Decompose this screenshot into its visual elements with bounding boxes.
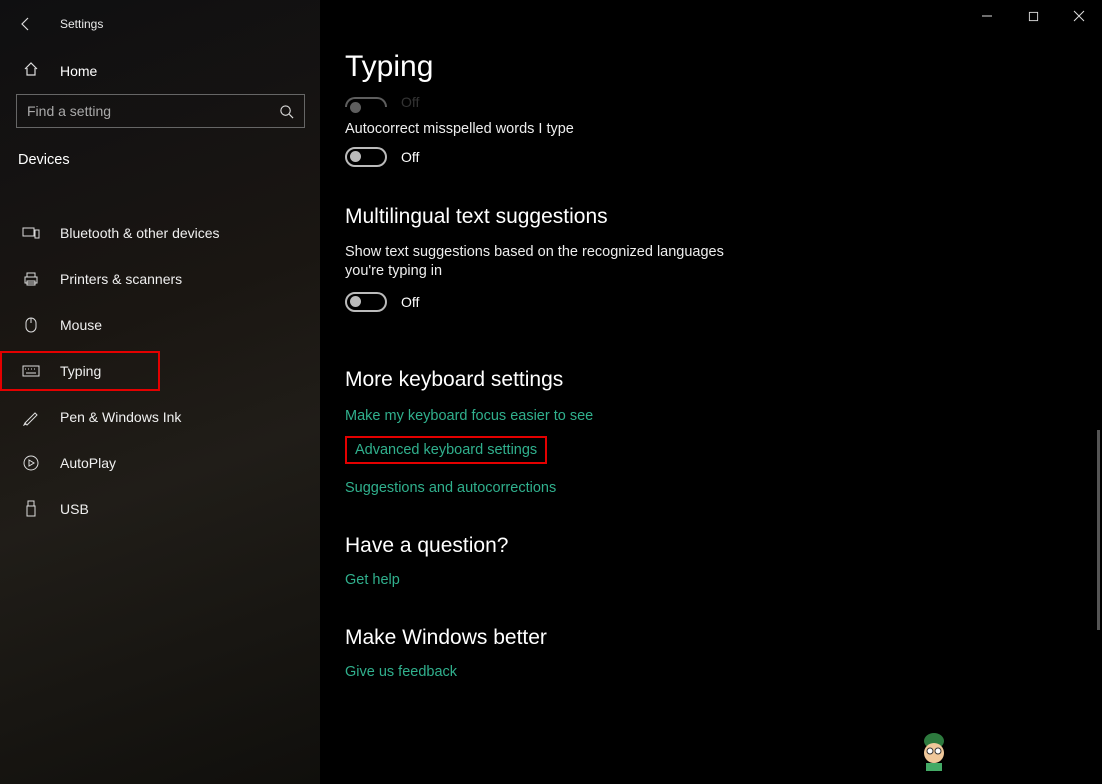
sidebar-item-pen[interactable]: Pen & Windows Ink: [0, 394, 320, 440]
toggle-multilingual: Off: [345, 292, 1080, 312]
sidebar-item-label: USB: [60, 501, 89, 517]
category-header: Devices: [0, 144, 320, 182]
toggle-autocorrect: Off: [345, 147, 1080, 167]
sidebar-item-bluetooth[interactable]: Bluetooth & other devices: [0, 210, 320, 256]
maximize-button[interactable]: [1010, 0, 1056, 32]
sidebar-item-usb[interactable]: USB: [0, 486, 320, 532]
sidebar-item-label: Typing: [60, 363, 101, 379]
minimize-button[interactable]: [964, 0, 1010, 32]
sidebar-item-label: AutoPlay: [60, 455, 116, 471]
sidebar: Settings Home Devices Bluetooth & other …: [0, 0, 320, 784]
search-input[interactable]: [27, 103, 267, 119]
maximize-icon: [1028, 11, 1039, 22]
toggle-switch[interactable]: [345, 147, 387, 167]
titlebar-left: Settings: [0, 8, 320, 40]
link-advanced-keyboard[interactable]: Advanced keyboard settings: [345, 436, 547, 464]
minimize-icon: [981, 10, 993, 22]
toggle-switch[interactable]: [345, 292, 387, 312]
search-box[interactable]: [16, 94, 305, 128]
sidebar-item-mouse[interactable]: Mouse: [0, 302, 320, 348]
toggle-switch[interactable]: [345, 97, 387, 107]
app-title: Settings: [60, 17, 103, 31]
sidebar-item-label: Pen & Windows Ink: [60, 409, 181, 425]
back-button[interactable]: [16, 14, 36, 34]
partial-toggle-row: Off: [345, 94, 1080, 110]
toggle-state: Off: [401, 149, 419, 165]
link-feedback[interactable]: Give us feedback: [345, 664, 1080, 680]
search-icon: [279, 104, 294, 119]
section-question-title: Have a question?: [345, 534, 1080, 558]
section-multilingual-title: Multilingual text suggestions: [345, 205, 1080, 229]
mouse-icon: [22, 316, 40, 334]
avatar: [916, 729, 952, 771]
link-get-help[interactable]: Get help: [345, 572, 1080, 588]
setting-autocorrect-label: Autocorrect misspelled words I type: [345, 120, 1080, 139]
keyboard-icon: [22, 362, 40, 380]
section-more-title: More keyboard settings: [345, 368, 1080, 392]
pen-icon: [22, 408, 40, 426]
autoplay-icon: [22, 454, 40, 472]
scrollbar[interactable]: [1097, 430, 1100, 630]
home-label: Home: [60, 63, 97, 79]
devices-icon: [22, 224, 40, 242]
printer-icon: [22, 270, 40, 288]
sidebar-item-label: Bluetooth & other devices: [60, 225, 220, 241]
arrow-left-icon: [18, 16, 34, 32]
section-multilingual-desc: Show text suggestions based on the recog…: [345, 243, 765, 282]
toggle-state: Off: [401, 294, 419, 310]
content-area: Typing Off Autocorrect misspelled words …: [320, 0, 1102, 784]
window-controls: [964, 0, 1102, 34]
sidebar-item-label: Printers & scanners: [60, 271, 182, 287]
close-button[interactable]: [1056, 0, 1102, 32]
close-icon: [1073, 10, 1085, 22]
link-suggestions-autocorrect[interactable]: Suggestions and autocorrections: [345, 480, 1080, 496]
nav-list: Bluetooth & other devices Printers & sca…: [0, 182, 320, 532]
sidebar-item-label: Mouse: [60, 317, 102, 333]
section-feedback-title: Make Windows better: [345, 626, 1080, 650]
sidebar-item-printers[interactable]: Printers & scanners: [0, 256, 320, 302]
sidebar-home[interactable]: Home: [0, 40, 320, 94]
page-title: Typing: [345, 50, 1080, 84]
toggle-state: Off: [401, 94, 419, 110]
sidebar-item-autoplay[interactable]: AutoPlay: [0, 440, 320, 486]
usb-icon: [22, 500, 40, 518]
link-keyboard-focus[interactable]: Make my keyboard focus easier to see: [345, 408, 1080, 424]
home-icon: [22, 60, 40, 83]
sidebar-item-typing[interactable]: Typing: [0, 351, 160, 391]
page: Typing Off Autocorrect misspelled words …: [320, 0, 1080, 680]
